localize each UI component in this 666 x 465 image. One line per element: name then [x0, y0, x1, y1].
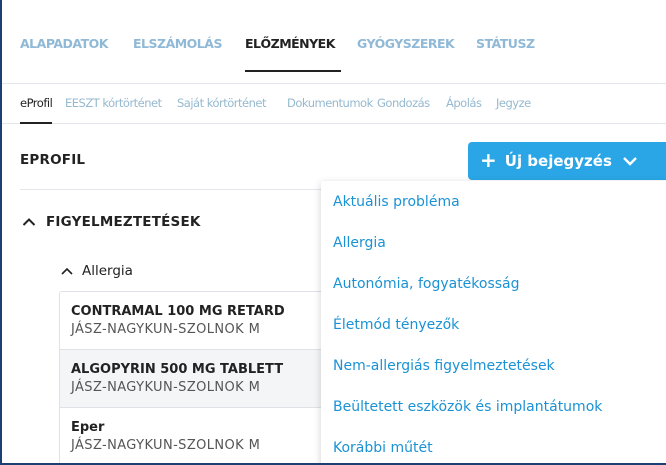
chevron-up-icon — [60, 261, 74, 280]
subtab-eeszt-kortortenet[interactable]: EESZT kórtörténet — [65, 96, 162, 110]
subtab-eprofil[interactable]: eProfil — [20, 96, 53, 110]
subtab-dokumentumok[interactable]: Dokumentumok — [287, 96, 373, 110]
menu-item-beultetett-eszkozok[interactable]: Beültetett eszközök és implantátumok — [333, 399, 602, 415]
allergy-source: JÁSZ-NAGYKUN-SZOLNOK M — [71, 380, 261, 395]
menu-item-eletmod[interactable]: Életmód tényezők — [333, 317, 459, 333]
chevron-up-icon — [22, 212, 36, 231]
new-entry-button[interactable]: + Új bejegyzés — [468, 142, 666, 180]
new-entry-label: Új bejegyzés — [504, 152, 612, 170]
group-title: FIGYELMEZTETÉSEK — [46, 213, 201, 230]
group-header-figyelmeztetesek[interactable]: FIGYELMEZTETÉSEK — [22, 212, 201, 231]
allergy-source: JÁSZ-NAGYKUN-SZOLNOK M — [71, 438, 261, 453]
subgroup-title: Allergia — [82, 262, 133, 279]
allergy-name: ALGOPYRIN 500 MG TABLETT — [71, 362, 284, 377]
list-item[interactable]: CONTRAMAL 100 MG RETARD JÁSZ-NAGYKUN-SZO… — [60, 292, 358, 350]
list-item[interactable]: ALGOPYRIN 500 MG TABLETT JÁSZ-NAGYKUN-SZ… — [60, 350, 358, 408]
allergy-name: Eper — [71, 420, 105, 435]
menu-item-aktualis-problema[interactable]: Aktuális probléma — [333, 194, 460, 210]
tab-alapadatok[interactable]: ALAPADATOK — [20, 36, 108, 51]
list-item[interactable]: Eper JÁSZ-NAGYKUN-SZOLNOK M — [60, 408, 358, 463]
active-subtab-underline — [20, 122, 52, 124]
menu-item-nem-allergias[interactable]: Nem-allergiás figyelmeztetések — [333, 358, 555, 374]
subtab-sajat-kortortenet[interactable]: Saját kórtörténet — [177, 96, 267, 110]
plus-icon: + — [480, 148, 497, 172]
page-title: EPROFIL — [20, 152, 86, 168]
active-tab-underline — [245, 70, 341, 72]
subtab-jegyzet[interactable]: Jegyze — [496, 96, 531, 110]
tab-gyogyszerek[interactable]: GYÓGYSZEREK — [357, 36, 455, 51]
new-entry-dropdown-menu: Aktuális probléma Allergia Autonómia, fo… — [321, 181, 666, 463]
subtab-gondozas[interactable]: Gondozás — [377, 96, 430, 110]
sub-tab-bar: eProfil EESZT kórtörténet Saját kórtörté… — [2, 84, 666, 124]
menu-item-autonomia[interactable]: Autonómia, fogyatékosság — [333, 276, 520, 292]
subgroup-header-allergia[interactable]: Allergia — [60, 261, 133, 280]
subtab-apolas[interactable]: Ápolás — [446, 96, 482, 110]
tab-statusz[interactable]: STÁTUSZ — [476, 36, 535, 51]
allergy-name: CONTRAMAL 100 MG RETARD — [71, 304, 285, 319]
tab-elszamolas[interactable]: ELSZÁMOLÁS — [133, 36, 222, 51]
chevron-down-icon — [622, 156, 638, 166]
allergy-source: JÁSZ-NAGYKUN-SZOLNOK M — [71, 322, 261, 337]
allergy-list: CONTRAMAL 100 MG RETARD JÁSZ-NAGYKUN-SZO… — [59, 291, 359, 463]
app-frame: ALAPADATOK ELSZÁMOLÁS ELŐZMÉNYEK GYÓGYSZ… — [0, 0, 666, 465]
menu-item-korabbi-mutet[interactable]: Korábbi műtét — [333, 440, 433, 456]
main-tab-bar: ALAPADATOK ELSZÁMOLÁS ELŐZMÉNYEK GYÓGYSZ… — [2, 0, 666, 84]
tab-elozmenyek[interactable]: ELŐZMÉNYEK — [245, 36, 335, 51]
menu-item-allergia[interactable]: Allergia — [333, 235, 386, 251]
